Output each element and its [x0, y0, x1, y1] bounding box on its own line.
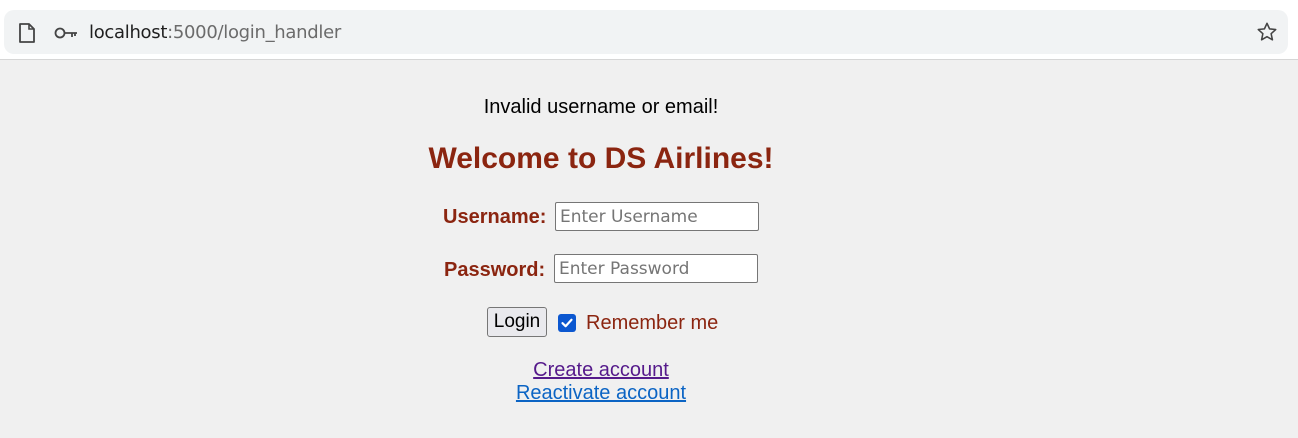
password-input[interactable]: [554, 254, 758, 283]
url-path: :5000/login_handler: [167, 22, 341, 43]
reactivate-account-link[interactable]: Reactivate account: [516, 382, 686, 404]
url-host: localhost: [89, 22, 168, 43]
key-icon[interactable]: [54, 25, 78, 41]
reactivate-account-link-row: Reactivate account: [0, 382, 1202, 405]
page-title: Welcome to DS Airlines!: [428, 142, 774, 175]
url-text[interactable]: localhost:5000/login_handler: [89, 22, 341, 44]
remember-me-checkbox[interactable]: [558, 314, 576, 332]
username-input[interactable]: [555, 202, 759, 231]
star-icon[interactable]: [1256, 21, 1278, 43]
remember-me-label[interactable]: Remember me: [586, 312, 718, 335]
address-bar: localhost:5000/login_handler: [0, 4, 1298, 60]
page-icon[interactable]: [18, 23, 36, 43]
password-label: Password:: [444, 259, 546, 281]
error-message: Invalid username or email!: [483, 96, 719, 118]
create-account-link[interactable]: Create account: [533, 359, 669, 381]
omnibox[interactable]: localhost:5000/login_handler: [4, 10, 1288, 54]
username-label: Username:: [443, 206, 547, 228]
checkmark-icon: [561, 318, 573, 328]
page-content: Invalid username or email! Welcome to DS…: [0, 60, 1298, 438]
create-account-link-row: Create account: [0, 359, 1202, 382]
login-button[interactable]: Login: [487, 307, 547, 337]
